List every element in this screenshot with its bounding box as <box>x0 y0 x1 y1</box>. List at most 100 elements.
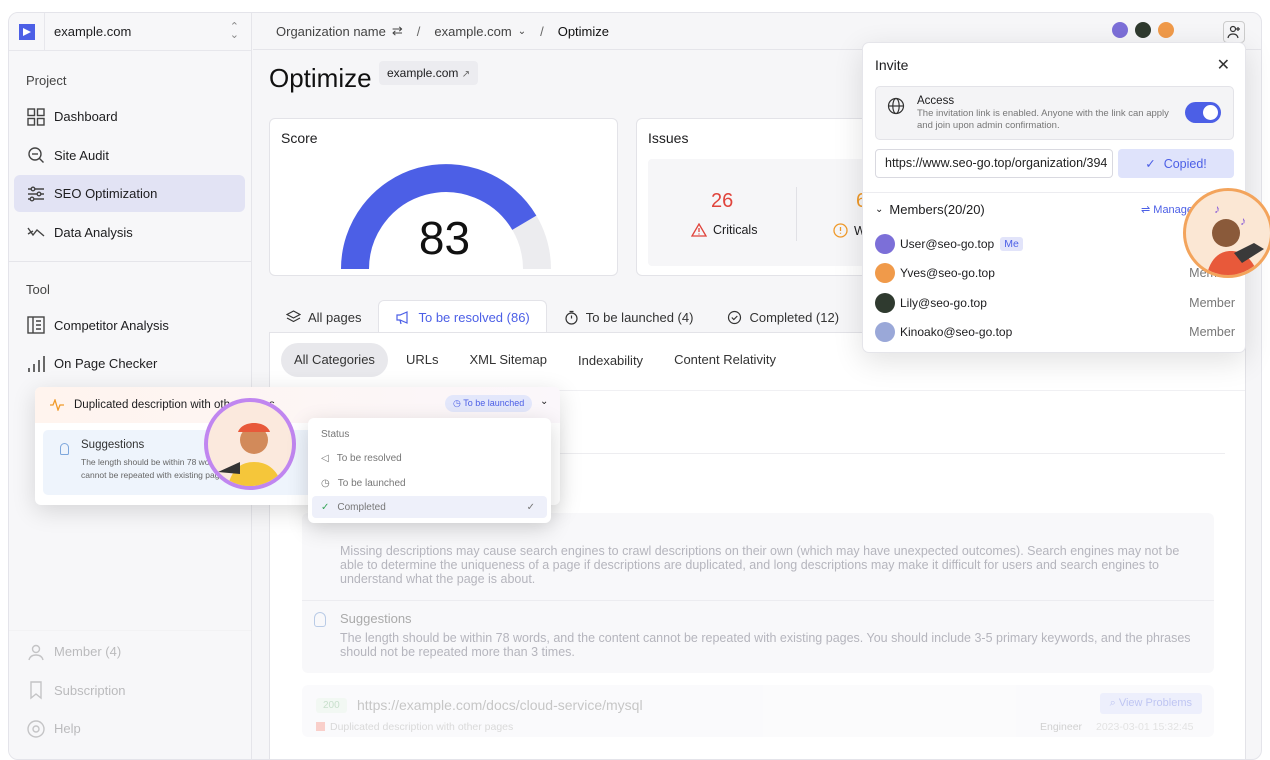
row-role: Engineer <box>1040 721 1083 733</box>
view-problems-button[interactable]: ⌕ View Problems <box>1099 693 1202 714</box>
status-option-label: To be launched <box>337 477 406 489</box>
members-label: Members(20/20) <box>889 202 985 217</box>
selected-check-icon: ✓ <box>526 501 535 513</box>
breadcrumb-org[interactable]: Organization name <box>276 24 386 39</box>
category-xml-sitemap[interactable]: XML Sitemap <box>456 343 560 377</box>
avatar[interactable] <box>1156 20 1176 40</box>
category-urls[interactable]: URLs <box>393 343 452 377</box>
chevron-down-icon[interactable]: ⌄ <box>540 396 548 407</box>
score-value: 83 <box>418 212 471 264</box>
site-selector[interactable]: example.com ⌃ ⌄ <box>9 13 251 51</box>
check-circle-icon: ✓ <box>321 501 330 513</box>
chevron-down-icon: ⌄ <box>875 204 884 215</box>
category-indexability[interactable]: Indexability <box>565 344 656 377</box>
tab-to-be-launched[interactable]: To be launched (4) <box>547 300 711 333</box>
category-all[interactable]: All Categories <box>281 343 388 377</box>
breadcrumb-separator: / <box>416 23 421 39</box>
invite-title: Invite <box>875 57 909 73</box>
member-email: User@seo-go.top <box>900 237 995 251</box>
warning-triangle-icon <box>691 223 707 237</box>
layout-icon <box>27 316 45 334</box>
sidebar-item-label: Competitor Analysis <box>54 317 169 333</box>
access-description: The invitation link is enabled. Anyone w… <box>917 108 1169 131</box>
invite-link-input[interactable]: https://www.seo-go.top/organization/394 <box>875 149 1113 178</box>
status-dropdown-label: Status <box>321 429 350 440</box>
grid-icon <box>27 107 45 126</box>
section-label-project: Project <box>26 73 67 88</box>
access-toggle[interactable] <box>1185 102 1221 123</box>
copy-link-button[interactable]: ✓ Copied! <box>1118 149 1234 178</box>
status-option-label: Completed <box>337 501 386 513</box>
criticals-label: Criticals <box>713 223 758 237</box>
sidebar-item-seo-optimization[interactable]: SEO Optimization <box>14 175 245 212</box>
breadcrumb-separator: / <box>540 23 544 39</box>
user-icon <box>28 644 44 660</box>
score-card: Score 83 <box>269 118 618 276</box>
avatar <box>875 234 895 254</box>
avatar <box>875 263 895 283</box>
avatar[interactable] <box>1133 20 1153 40</box>
row-url[interactable]: https://example.com/docs/cloud-service/m… <box>357 697 643 713</box>
members-toggle[interactable]: ⌄ Members(20/20) <box>875 202 985 217</box>
tab-completed[interactable]: Completed (12) <box>710 300 856 333</box>
manage-button[interactable]: ⇌ Manage <box>1141 203 1193 216</box>
chevron-down-icon[interactable]: ⌄ <box>518 26 526 37</box>
sidebar-item-member[interactable]: Member (4) <box>14 633 246 670</box>
layers-icon <box>286 309 301 322</box>
avatar[interactable] <box>1110 20 1130 40</box>
member-row[interactable]: Yves@seo-go.topMember <box>875 262 1235 284</box>
member-row[interactable]: User@seo-go.top Me <box>875 233 1235 255</box>
table-row[interactable]: 200 https://example.com/docs/cloud-servi… <box>302 685 1214 737</box>
breadcrumb-page: Optimize <box>557 23 609 39</box>
avatar <box>875 293 895 313</box>
bookmark-icon <box>30 681 42 700</box>
sidebar-item-competitor-analysis[interactable]: Competitor Analysis <box>14 307 245 344</box>
site-name: example.com <box>54 24 132 39</box>
bar-icon <box>28 355 45 372</box>
site-chip[interactable]: example.com ↗ <box>379 61 479 85</box>
copy-button-label: Copied! <box>1163 156 1207 171</box>
lightbulb-icon <box>60 443 69 455</box>
tab-label: Completed (12) <box>749 309 840 325</box>
add-user-icon[interactable] <box>1223 21 1245 43</box>
suggestions-title: Suggestions <box>340 611 412 626</box>
sidebar-item-site-audit[interactable]: Site Audit <box>14 137 245 174</box>
sidebar-divider <box>9 630 252 631</box>
member-role[interactable]: Member <box>1189 325 1235 339</box>
close-icon[interactable]: ✕ <box>1217 55 1230 75</box>
tab-label: To be resolved (86) <box>418 309 530 325</box>
category-content-relativity[interactable]: Content Relativity <box>661 343 789 377</box>
avatar-illustration <box>204 398 296 490</box>
member-email: Yves@seo-go.top <box>900 266 995 280</box>
sidebar-item-data-analysis[interactable]: Data Analysis <box>14 214 245 251</box>
avatar-group <box>1110 20 1181 40</box>
stopwatch-icon: ◷ <box>321 477 330 489</box>
stopwatch-icon <box>565 310 578 325</box>
status-option-completed[interactable]: ✓ Completed ✓ <box>312 496 547 518</box>
status-chip[interactable]: ◷ To be launched <box>445 395 533 412</box>
issue-description: Missing descriptions may cause search en… <box>340 544 1180 586</box>
avatar-illustration: ♪ ♪ <box>1183 188 1270 278</box>
tab-all-pages[interactable]: All pages <box>269 300 378 333</box>
member-email: Kinoako@seo-go.top <box>900 325 1013 339</box>
member-role[interactable]: Member <box>1189 296 1235 310</box>
status-tabs: All pages To be resolved (86) To be laun… <box>269 300 856 333</box>
status-option-to-be-launched[interactable]: ◷ To be launched <box>312 472 547 494</box>
sidebar-item-dashboard[interactable]: Dashboard <box>14 98 245 135</box>
tab-label: All pages <box>308 309 362 325</box>
sidebar-item-on-page-checker[interactable]: On Page Checker <box>14 345 245 382</box>
sidebar-item-label: Member (4) <box>54 644 122 659</box>
tab-to-be-resolved[interactable]: To be resolved (86) <box>378 300 547 333</box>
chevron-updown-icon: ⌃ ⌄ <box>229 21 239 41</box>
status-option-to-be-resolved[interactable]: ◁ To be resolved <box>312 447 547 469</box>
sidebar-item-subscription[interactable]: Subscription <box>14 672 246 709</box>
member-row[interactable]: Lily@seo-go.top Member <box>875 292 1235 314</box>
row-time: 2023-03-01 15:32:45 <box>1096 721 1194 733</box>
sidebar-item-help[interactable]: Help <box>14 710 246 747</box>
category-filter: All Categories URLs XML Sitemap Indexabi… <box>281 343 794 377</box>
switch-icon[interactable]: ⇄ <box>392 23 403 39</box>
sidebar-divider <box>9 260 251 262</box>
check-circle-icon <box>728 310 742 324</box>
member-row[interactable]: Kinoako@seo-go.top Member <box>875 321 1235 343</box>
breadcrumb-site[interactable]: example.com <box>434 24 511 39</box>
